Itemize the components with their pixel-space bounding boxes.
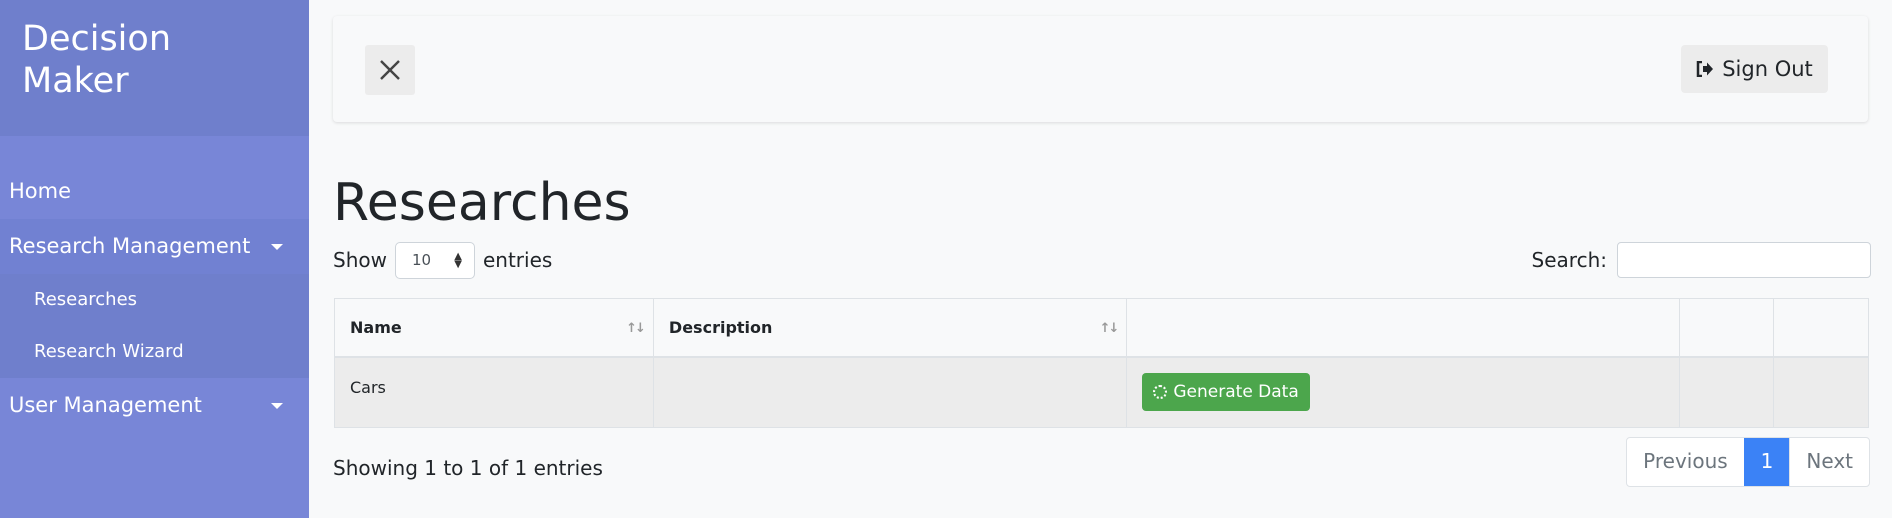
column-header-actions bbox=[1126, 298, 1680, 358]
sign-out-label: Sign Out bbox=[1722, 57, 1813, 81]
column-header-label: Description bbox=[668, 318, 773, 337]
sidebar-item-researches[interactable]: Researches bbox=[0, 274, 309, 326]
column-header-edit bbox=[1678, 298, 1775, 358]
select-arrows-icon: ▲ ▼ bbox=[454, 250, 462, 270]
sidebar-item-label: Researches bbox=[34, 289, 138, 310]
caret-down-icon bbox=[271, 403, 283, 409]
sidebar-header: Decision Maker bbox=[0, 0, 309, 136]
sidebar-item-user-management[interactable]: User Management bbox=[0, 378, 309, 433]
sidebar-item-research-management[interactable]: Research Management bbox=[0, 219, 309, 274]
length-prefix: Show bbox=[333, 248, 387, 272]
sidebar-item-label: Research Management bbox=[9, 234, 251, 258]
cell-actions: Generate Data bbox=[1126, 356, 1680, 428]
table-header-row: Name ↑↓ Description ↑↓ bbox=[334, 298, 1869, 358]
column-header-name[interactable]: Name ↑↓ bbox=[334, 298, 654, 358]
sidebar-nav: Home Research Management Researches Rese… bbox=[0, 136, 309, 433]
sign-out-icon bbox=[1696, 61, 1714, 77]
page-title: Researches bbox=[333, 173, 631, 233]
cell-delete bbox=[1773, 356, 1869, 428]
previous-page-button[interactable]: Previous bbox=[1627, 438, 1744, 486]
sidebar-item-label: Research Wizard bbox=[34, 341, 184, 362]
sidebar-item-label: Home bbox=[9, 179, 72, 203]
cell-description bbox=[652, 356, 1128, 428]
column-header-description[interactable]: Description ↑↓ bbox=[652, 298, 1128, 358]
search-label: Search: bbox=[1531, 248, 1607, 272]
sidebar-item-research-wizard[interactable]: Research Wizard bbox=[0, 326, 309, 378]
table-row: Cars Generate Data bbox=[334, 356, 1869, 428]
close-icon bbox=[380, 60, 400, 80]
sort-icon: ↑↓ bbox=[1099, 321, 1120, 336]
sort-icon: ↑↓ bbox=[626, 321, 646, 336]
sign-out-button[interactable]: Sign Out bbox=[1681, 45, 1828, 93]
pagination: Previous 1 Next bbox=[1626, 437, 1870, 487]
cell-name: Cars bbox=[334, 356, 654, 428]
research-submenu: Researches Research Wizard bbox=[0, 274, 309, 378]
researches-table: Name ↑↓ Description ↑↓ Cars Generate Dat… bbox=[334, 298, 1869, 428]
generate-data-button[interactable]: Generate Data bbox=[1142, 373, 1310, 411]
generate-data-label: Generate Data bbox=[1173, 382, 1299, 402]
length-suffix: entries bbox=[482, 248, 553, 272]
app-brand[interactable]: Decision Maker bbox=[22, 18, 222, 102]
entries-per-page-value: 10 bbox=[411, 250, 432, 269]
entries-per-page-select[interactable]: 10 ▲ ▼ bbox=[394, 241, 475, 279]
sidebar-item-label: User Management bbox=[9, 393, 202, 417]
cell-edit bbox=[1678, 356, 1775, 428]
table-info: Showing 1 to 1 of 1 entries bbox=[333, 456, 603, 480]
search-input[interactable] bbox=[1617, 242, 1871, 278]
column-header-label: Name bbox=[350, 318, 402, 337]
sidebar-toggle-button[interactable] bbox=[365, 45, 415, 95]
caret-down-icon bbox=[271, 244, 283, 250]
top-navbar: Sign Out bbox=[333, 16, 1868, 122]
column-header-delete bbox=[1773, 298, 1869, 358]
sidebar: Decision Maker Home Research Management … bbox=[0, 0, 309, 518]
entries-length-control: Show 10 ▲ ▼ entries bbox=[333, 241, 552, 279]
page-1-button[interactable]: 1 bbox=[1743, 438, 1790, 486]
sidebar-item-home[interactable]: Home bbox=[0, 164, 309, 219]
spinner-icon bbox=[1153, 385, 1168, 399]
table-search: Search: bbox=[1532, 242, 1871, 278]
next-page-button[interactable]: Next bbox=[1789, 438, 1869, 486]
